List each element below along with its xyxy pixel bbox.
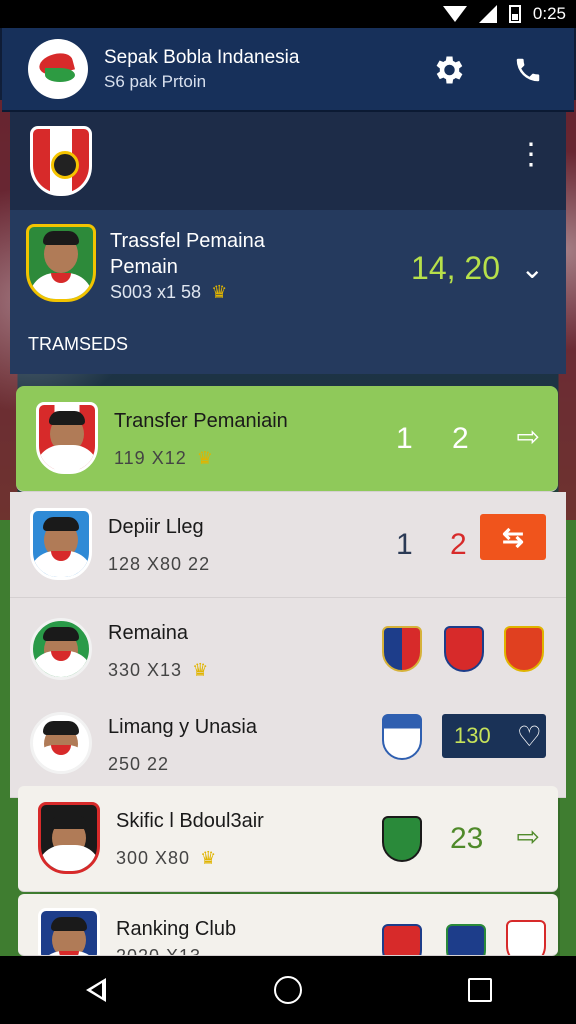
row-stats-text: 330 X13 xyxy=(108,660,183,680)
nav-recents-button[interactable] xyxy=(462,972,498,1008)
arrow-right-icon[interactable]: ⇨ xyxy=(517,820,540,853)
club-badge-icon[interactable] xyxy=(446,924,486,955)
row-value-2: 2 xyxy=(452,422,469,455)
player-avatar xyxy=(38,802,100,874)
list-item[interactable]: Remaina 330 X13 ♛ xyxy=(10,598,566,704)
row-name: Ranking Club xyxy=(116,918,237,940)
app-bar: Sepak Bobla Indanesia S6 pak Prtoin xyxy=(2,28,574,112)
club-crest xyxy=(30,126,92,196)
featured-card: ⋮ Trassfel Pemaina Pemain S003 x1 58 ♛ 14… xyxy=(10,112,566,374)
player-avatar xyxy=(36,402,98,474)
app-subtitle: S6 pak Prtoin xyxy=(104,71,207,91)
club-badge-icon[interactable] xyxy=(382,924,422,955)
row-name: Depiir Lleg xyxy=(108,516,204,538)
favorite-count: 130 xyxy=(454,723,491,748)
featured-meta: S003 x1 58 ♛ xyxy=(110,282,227,303)
row-stats: 2020 X13 xyxy=(116,946,202,956)
list-item[interactable]: Skific l Bdoul3air 300 X80 ♛ 23 ⇨ xyxy=(18,786,558,892)
player-avatar xyxy=(30,618,92,680)
row-stats-text: 300 X80 xyxy=(116,848,191,868)
phone-icon[interactable] xyxy=(508,50,548,90)
nav-home-button[interactable] xyxy=(270,972,306,1008)
crown-icon: ♛ xyxy=(211,282,228,302)
settings-gear-icon[interactable] xyxy=(428,50,468,90)
player-avatar xyxy=(30,508,92,580)
app-title: Sepak Bobla Indanesia xyxy=(104,46,300,68)
chevron-down-icon[interactable]: ⌄ xyxy=(521,252,544,285)
featured-transfer-row[interactable]: Trassfel Pemaina Pemain S003 x1 58 ♛ 14, … xyxy=(10,210,566,374)
signal-icon xyxy=(478,5,497,23)
club-badge-icon[interactable] xyxy=(504,626,544,672)
crown-icon: ♛ xyxy=(192,660,210,680)
list-item[interactable]: Ranking Club 2020 X13 xyxy=(18,894,558,956)
arrow-right-icon[interactable]: ⇨ xyxy=(517,420,540,453)
featured-meta-text: S003 x1 58 xyxy=(110,282,202,302)
row-stats-text: 119 X12 xyxy=(114,448,187,468)
player-avatar xyxy=(26,224,96,302)
row-name: Limang y Unasia xyxy=(108,716,257,738)
row-stats: 330 X13 ♛ xyxy=(108,660,209,681)
heart-icon: ♡ xyxy=(516,720,542,752)
section-label: TRAMSEDS xyxy=(28,334,129,354)
row-name: Transfer Pemaniain xyxy=(114,410,288,432)
more-vert-icon[interactable]: ⋮ xyxy=(516,140,546,170)
player-avatar xyxy=(38,908,100,955)
club-badge-icon[interactable] xyxy=(444,626,484,672)
status-time: 0:25 xyxy=(532,4,566,23)
battery-icon xyxy=(508,5,521,23)
crown-icon: ♛ xyxy=(196,448,214,468)
list-item[interactable]: Limang y Unasia 250 22 130 ♡ xyxy=(10,692,566,798)
row-stats: 300 X80 ♛ xyxy=(116,848,217,869)
favorite-button[interactable]: 130 ♡ xyxy=(442,714,546,758)
club-badge-icon[interactable] xyxy=(382,626,422,672)
row-stats: 119 X12 ♛ xyxy=(114,448,214,469)
home-circle-icon xyxy=(274,976,302,1004)
row-stats: 250 22 xyxy=(108,754,170,774)
club-badge-icon[interactable] xyxy=(382,816,422,862)
row-name: Remaina xyxy=(108,622,189,644)
system-nav-bar xyxy=(0,956,576,1024)
club-badge-icon[interactable] xyxy=(382,714,422,760)
row-stats: 128 X80 22 xyxy=(108,554,211,574)
club-badge-icon[interactable] xyxy=(506,920,546,955)
wifi-icon xyxy=(442,6,467,22)
app-logo[interactable] xyxy=(28,39,88,99)
list-item[interactable]: Transfer Pemaniain 119 X12 ♛ 1 2 ⇨ xyxy=(16,386,558,492)
featured-score: 14, 20 xyxy=(411,250,500,286)
featured-title: Trassfel Pemaina Pemain xyxy=(110,230,265,278)
player-avatar xyxy=(30,712,92,774)
row-value-1: 1 xyxy=(396,528,413,561)
back-triangle-icon xyxy=(86,978,106,1002)
status-bar: 0:25 xyxy=(0,0,576,28)
crown-icon: ♛ xyxy=(200,848,218,868)
row-value-1: 1 xyxy=(396,422,413,455)
nav-back-button[interactable] xyxy=(78,972,114,1008)
row-name: Skific l Bdoul3air xyxy=(116,810,264,832)
list-item[interactable]: Depiir Lleg 128 X80 22 1 2 ⇆ xyxy=(10,492,566,598)
row-value: 23 xyxy=(450,822,484,855)
transfer-action-button[interactable]: ⇆ xyxy=(480,514,546,560)
recents-square-icon xyxy=(468,978,492,1002)
row-value-2: 2 xyxy=(450,528,467,561)
